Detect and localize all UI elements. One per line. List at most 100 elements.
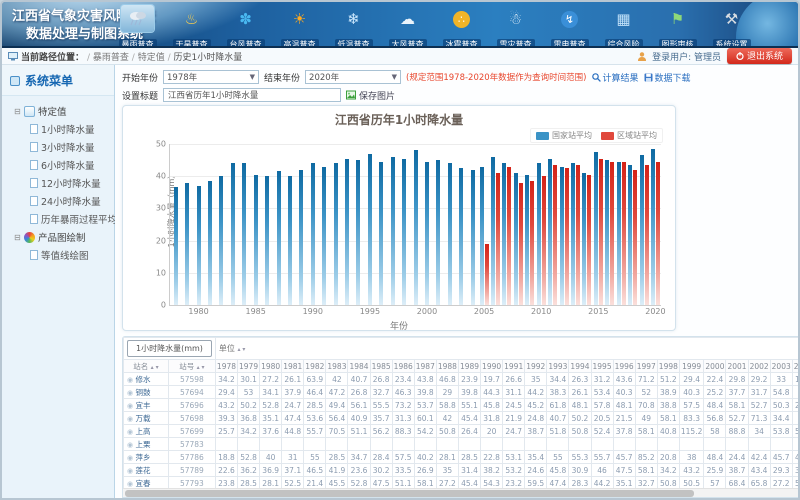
sort-icons[interactable]: ▴ ▾ bbox=[197, 364, 205, 371]
year-header-1982[interactable]: 1982 bbox=[304, 360, 326, 373]
bar-区域站平均-2017[interactable] bbox=[622, 162, 626, 305]
year-header-1994[interactable]: 1994 bbox=[569, 360, 591, 373]
bar-国家站平均-2014[interactable] bbox=[582, 173, 586, 305]
station-name-cell[interactable]: ◉ 萍乡 bbox=[124, 451, 169, 464]
station-name-cell[interactable]: ◉ 修水 bbox=[124, 373, 169, 386]
code-header[interactable]: 站号 ▴ ▾ bbox=[168, 360, 215, 373]
year-header-2002[interactable]: 2002 bbox=[748, 360, 770, 373]
year-header-1988[interactable]: 1988 bbox=[436, 360, 458, 373]
bar-区域站平均-2008[interactable] bbox=[519, 183, 523, 305]
end-year-select[interactable]: 2020年▼ bbox=[305, 70, 401, 84]
year-header-1993[interactable]: 1993 bbox=[547, 360, 569, 373]
bar-区域站平均-2011[interactable] bbox=[553, 165, 557, 305]
bar-国家站平均-2013[interactable] bbox=[571, 163, 575, 305]
year-header-2001[interactable]: 2001 bbox=[726, 360, 748, 373]
expand-icon[interactable]: ◉ bbox=[127, 480, 133, 488]
expand-icon[interactable]: ◉ bbox=[127, 454, 133, 462]
bar-国家站平均-1979[interactable] bbox=[185, 183, 189, 305]
name-header[interactable]: 站名 ▴ ▾ bbox=[124, 360, 169, 373]
station-name-cell[interactable]: ◉ 宜丰 bbox=[124, 399, 169, 412]
year-header-1987[interactable]: 1987 bbox=[414, 360, 436, 373]
bar-区域站平均-2010[interactable] bbox=[542, 176, 546, 305]
calculate-result-link[interactable]: 计算结果 bbox=[592, 71, 639, 84]
toolbar-item-干旱普查[interactable]: ♨干旱普查 bbox=[165, 3, 218, 48]
bar-国家站平均-1991[interactable] bbox=[322, 167, 326, 305]
toolbar-item-雷电普查[interactable]: ↯雷电普查 bbox=[543, 3, 596, 48]
tree-group-特定值[interactable]: ⊟特定值 bbox=[4, 102, 112, 120]
tree-item-1小时降水量[interactable]: 1小时降水量 bbox=[4, 120, 112, 138]
year-header-1979[interactable]: 1979 bbox=[238, 360, 260, 373]
year-header-1996[interactable]: 1996 bbox=[613, 360, 635, 373]
bar-国家站平均-1997[interactable] bbox=[391, 157, 395, 305]
sort-icons[interactable]: ▴ ▾ bbox=[237, 346, 245, 353]
bar-区域站平均-2009[interactable] bbox=[530, 181, 534, 305]
save-image-button[interactable]: 保存图片 bbox=[346, 89, 395, 102]
bar-国家站平均-2020[interactable] bbox=[651, 149, 655, 305]
expand-icon[interactable]: ◉ bbox=[127, 428, 133, 436]
year-header-1990[interactable]: 1990 bbox=[481, 360, 503, 373]
legend-item-区域站平均[interactable]: 区域站平均 bbox=[601, 130, 657, 141]
bar-区域站平均-2020[interactable] bbox=[656, 162, 660, 305]
breadcrumb-item[interactable]: 暴雨普查 bbox=[93, 53, 129, 63]
bar-国家站平均-1989[interactable] bbox=[299, 170, 303, 305]
toolbar-item-综合风险[interactable]: ▦综合风险 bbox=[597, 3, 650, 48]
bar-国家站平均-2007[interactable] bbox=[502, 163, 506, 305]
bar-区域站平均-2006[interactable] bbox=[496, 173, 500, 305]
toolbar-item-图形审核[interactable]: ⚑图形审核 bbox=[651, 3, 704, 48]
breadcrumb-item[interactable]: 历史1小时降水量 bbox=[173, 53, 242, 63]
station-name-cell[interactable]: ◉ 上栗 bbox=[124, 438, 169, 451]
bar-国家站平均-2019[interactable] bbox=[640, 155, 644, 305]
station-name-cell[interactable]: ◉ 铜鼓 bbox=[124, 386, 169, 399]
bar-国家站平均-1992[interactable] bbox=[334, 163, 338, 305]
bar-区域站平均-2019[interactable] bbox=[645, 165, 649, 305]
year-header-1980[interactable]: 1980 bbox=[260, 360, 282, 373]
bar-国家站平均-1985[interactable] bbox=[254, 175, 258, 305]
tree-item-3小时降水量[interactable]: 3小时降水量 bbox=[4, 138, 112, 156]
expand-icon[interactable]: ◉ bbox=[127, 402, 133, 410]
tree-item-历年暴雨过程平均强度[interactable]: 历年暴雨过程平均强度 bbox=[4, 210, 112, 228]
year-header-1983[interactable]: 1983 bbox=[326, 360, 348, 373]
year-header-1992[interactable]: 1992 bbox=[525, 360, 547, 373]
bar-国家站平均-2010[interactable] bbox=[537, 163, 541, 305]
bar-国家站平均-2002[interactable] bbox=[448, 163, 452, 305]
tree-item-12小时降水量[interactable]: 12小时降水量 bbox=[4, 174, 112, 192]
year-header-1999[interactable]: 1999 bbox=[679, 360, 703, 373]
bar-国家站平均-2001[interactable] bbox=[436, 160, 440, 305]
data-download-link[interactable]: 数据下载 bbox=[644, 71, 691, 84]
toolbar-item-系统设置[interactable]: ⚒系统设置 bbox=[705, 3, 758, 48]
toolbar-item-低温普查[interactable]: ❄低温普查 bbox=[327, 3, 380, 48]
bar-国家站平均-2008[interactable] bbox=[514, 173, 518, 305]
tree-item-等值线绘图[interactable]: 等值线绘图 bbox=[4, 246, 112, 264]
year-header-1986[interactable]: 1986 bbox=[392, 360, 414, 373]
bar-国家站平均-1996[interactable] bbox=[379, 162, 383, 305]
station-name-cell[interactable]: ◉ 上高 bbox=[124, 425, 169, 438]
bar-国家站平均-2016[interactable] bbox=[605, 160, 609, 305]
year-header-1981[interactable]: 1981 bbox=[282, 360, 304, 373]
bar-国家站平均-1986[interactable] bbox=[265, 176, 269, 305]
bar-国家站平均-1999[interactable] bbox=[414, 150, 418, 305]
bar-国家站平均-2006[interactable] bbox=[491, 157, 495, 305]
scrollbar-thumb[interactable] bbox=[125, 490, 694, 497]
bar-国家站平均-2005[interactable] bbox=[480, 167, 484, 305]
bar-国家站平均-2003[interactable] bbox=[459, 168, 463, 305]
expand-icon[interactable]: ◉ bbox=[127, 389, 133, 397]
bar-区域站平均-2014[interactable] bbox=[587, 175, 591, 305]
year-header-1978[interactable]: 1978 bbox=[215, 360, 237, 373]
tree-item-6小时降水量[interactable]: 6小时降水量 bbox=[4, 156, 112, 174]
station-name-cell[interactable]: ◉ 万载 bbox=[124, 412, 169, 425]
unit-box-button[interactable]: 1小时降水量(mm) bbox=[127, 340, 212, 357]
year-header-2004[interactable]: 2004 bbox=[792, 360, 800, 373]
bar-国家站平均-1987[interactable] bbox=[277, 171, 281, 305]
bar-国家站平均-1981[interactable] bbox=[208, 181, 212, 305]
tree-group-产品图绘制[interactable]: ⊟产品图绘制 bbox=[4, 228, 112, 246]
station-name-cell[interactable]: ◉ 莲花 bbox=[124, 464, 169, 477]
bar-国家站平均-1995[interactable] bbox=[368, 154, 372, 305]
toolbar-item-冰雹普查[interactable]: ∴冰雹普查 bbox=[435, 3, 488, 48]
bar-国家站平均-2009[interactable] bbox=[525, 175, 529, 305]
bar-国家站平均-1994[interactable] bbox=[356, 160, 360, 305]
chart-title-input[interactable] bbox=[163, 88, 341, 102]
expand-icon[interactable]: ◉ bbox=[127, 441, 133, 449]
year-header-1997[interactable]: 1997 bbox=[635, 360, 657, 373]
bar-国家站平均-2017[interactable] bbox=[617, 162, 621, 305]
bar-国家站平均-1980[interactable] bbox=[197, 186, 201, 305]
